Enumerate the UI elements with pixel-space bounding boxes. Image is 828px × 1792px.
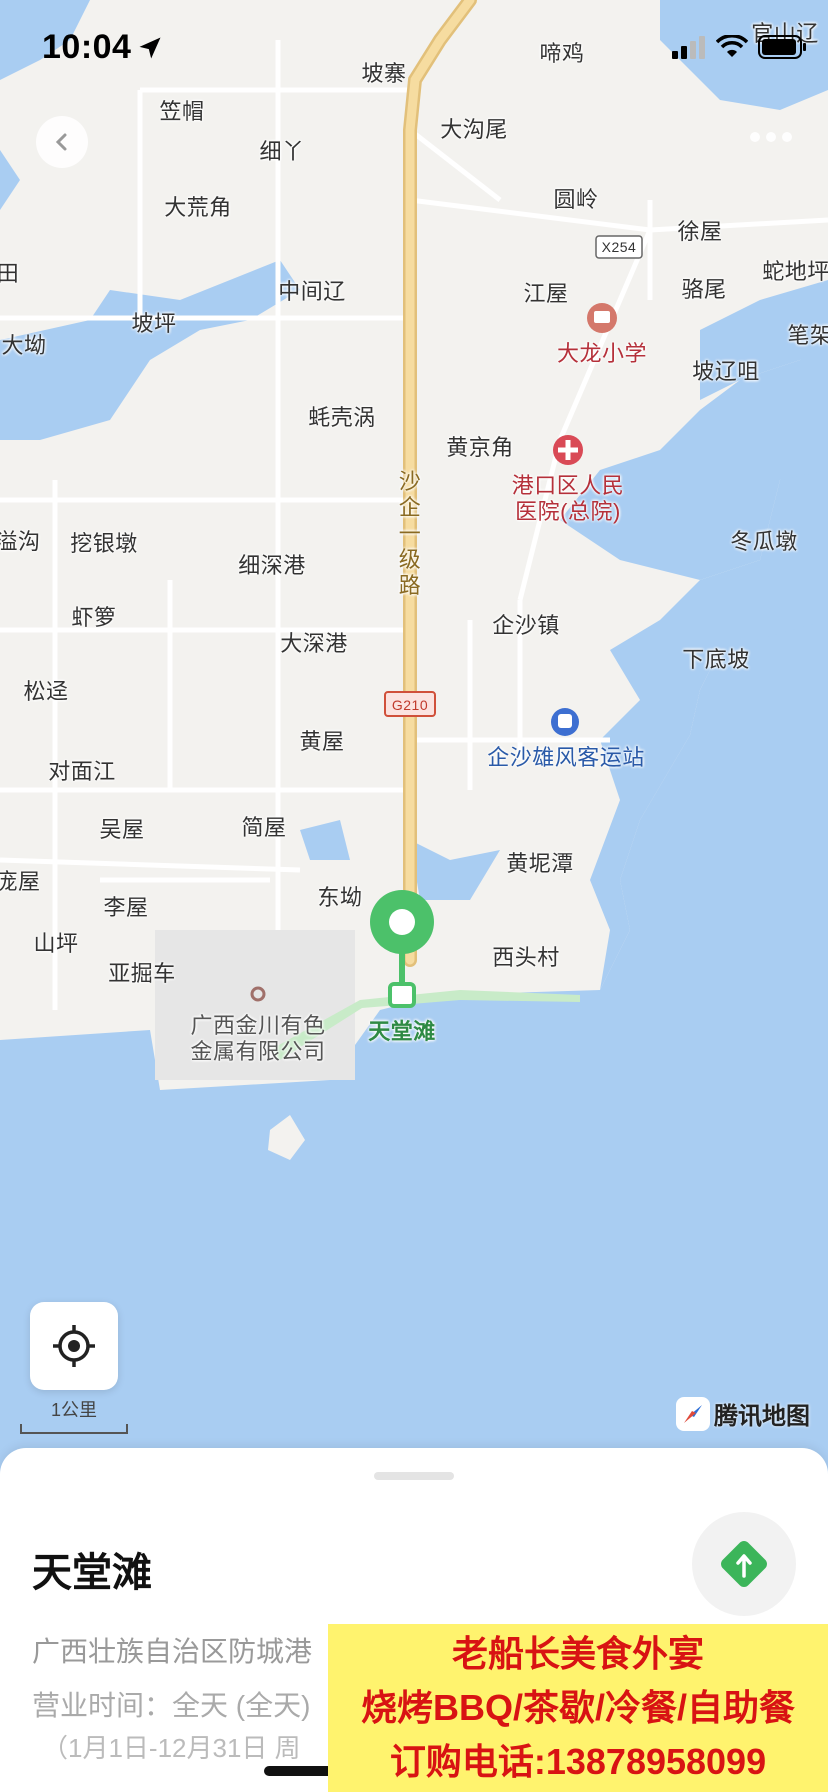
map-label[interactable]: 溢沟 — [0, 524, 41, 556]
map-label[interactable]: 企沙镇 — [492, 608, 560, 640]
road-shield: G210 — [391, 697, 429, 713]
road-shield: X254 — [601, 239, 637, 255]
provider-name: 腾讯地图 — [714, 1403, 810, 1430]
chevron-left-icon — [55, 133, 67, 151]
map-label[interactable]: 黄京角 — [446, 430, 514, 462]
status-icons — [670, 34, 808, 60]
map-label[interactable]: 徐屋 — [677, 214, 722, 246]
place-title: 天堂滩 — [32, 1551, 152, 1595]
hospital-label[interactable]: 医院(总院) — [515, 494, 621, 526]
route-button[interactable] — [692, 1512, 796, 1616]
map-label[interactable]: 骆尾 — [681, 272, 726, 304]
map-label[interactable]: 江屋 — [523, 276, 568, 308]
wifi-icon — [716, 35, 748, 57]
directions-icon — [721, 1541, 767, 1587]
map-label[interactable]: 坡辽咀 — [692, 354, 760, 386]
map-label[interactable]: 圆岭 — [553, 182, 598, 214]
map-label[interactable]: 山坪 — [33, 926, 78, 958]
ad-line-3: 订购电话:13878958099 — [389, 1741, 767, 1782]
map-label[interactable]: 西头村 — [492, 940, 560, 972]
map-label[interactable]: 冬瓜墩 — [730, 524, 798, 556]
map-label[interactable]: 大沟尾 — [440, 112, 508, 144]
scale-bar — [20, 1424, 128, 1434]
map-label[interactable]: 黄坭潭 — [506, 846, 574, 878]
opening-hours: 营业时间：全天 (全天) — [32, 1690, 311, 1721]
map-label[interactable]: 亚掘车 — [108, 956, 176, 988]
place-address: 广西壮族自治区防城港 — [32, 1636, 313, 1667]
map-label[interactable]: 虾箩 — [71, 600, 116, 632]
map-label[interactable]: 庞屋 — [0, 864, 41, 896]
map-label[interactable]: 蚝壳涡 — [308, 400, 376, 432]
map-label[interactable]: 细丫 — [259, 134, 304, 166]
map-label[interactable]: 坡坪 — [131, 306, 176, 338]
map-label[interactable]: 蛇地坪 — [762, 254, 828, 286]
more-menu-button[interactable] — [750, 132, 792, 142]
map-label[interactable]: 挖银墩 — [70, 526, 138, 558]
map-label[interactable]: 简屋 — [241, 810, 286, 842]
location-arrow-icon — [139, 37, 161, 59]
map-label[interactable]: 中间辽 — [278, 274, 346, 306]
locate-me-button[interactable] — [30, 1302, 118, 1390]
map-label[interactable]: 大荒角 — [164, 190, 232, 222]
map-label[interactable]: 松迳 — [23, 674, 68, 706]
battery-icon — [758, 35, 806, 59]
status-time: 10:04 — [42, 28, 132, 66]
ad-line-2: 烧烤BBQ/茶歇/冷餐/自助餐 — [360, 1687, 795, 1728]
map-provider-logo: 腾讯地图 — [676, 1396, 810, 1431]
map-label[interactable]: 大坳 — [1, 328, 46, 360]
ad-line-1: 老船长美食外宴 — [451, 1633, 704, 1674]
map-label[interactable]: 东坳 — [317, 880, 362, 912]
compass-icon — [676, 1396, 710, 1431]
map-label[interactable]: 李屋 — [103, 890, 148, 922]
status-bar: 10:04 — [0, 0, 828, 100]
scale-label: 1公里 — [50, 1400, 97, 1420]
opening-hours-detail: （1月1日-12月31日 周 — [42, 1733, 301, 1763]
map-label[interactable]: 笔架 — [787, 318, 828, 350]
map-label[interactable]: 下底坡 — [682, 642, 750, 674]
map-view[interactable]: 坡寨 啼鸡 官山辽 笠帽 大沟尾 细丫 圆岭 大荒角 徐屋 X254 蛇地坪 田… — [0, 0, 828, 1480]
map-label[interactable]: 吴屋 — [99, 812, 144, 844]
ad-banner: 老船长美食外宴 烧烤BBQ/茶歇/冷餐/自助餐 订购电话:13878958099 — [328, 1624, 828, 1792]
dot-icon — [766, 132, 776, 142]
road-label: 沙企一级路 — [398, 469, 422, 598]
crosshair-icon — [53, 1325, 95, 1367]
sheet-grabber[interactable] — [374, 1472, 454, 1480]
cellular-signal-icon — [672, 36, 705, 59]
map-label[interactable]: 对面江 — [48, 754, 116, 786]
map-label[interactable]: 黄屋 — [299, 724, 344, 756]
dot-icon — [750, 132, 760, 142]
map-label[interactable]: 田 — [0, 256, 19, 288]
school-label[interactable]: 大龙小学 — [557, 336, 647, 368]
map-label[interactable]: 细深港 — [238, 548, 306, 580]
station-label[interactable]: 企沙雄风客运站 — [487, 740, 645, 772]
back-button[interactable] — [36, 116, 88, 168]
destination-label[interactable]: 天堂滩 — [368, 1014, 436, 1046]
map-label[interactable]: 大深港 — [280, 626, 348, 658]
factory-label[interactable]: 金属有限公司 — [190, 1034, 325, 1066]
dot-icon — [782, 132, 792, 142]
